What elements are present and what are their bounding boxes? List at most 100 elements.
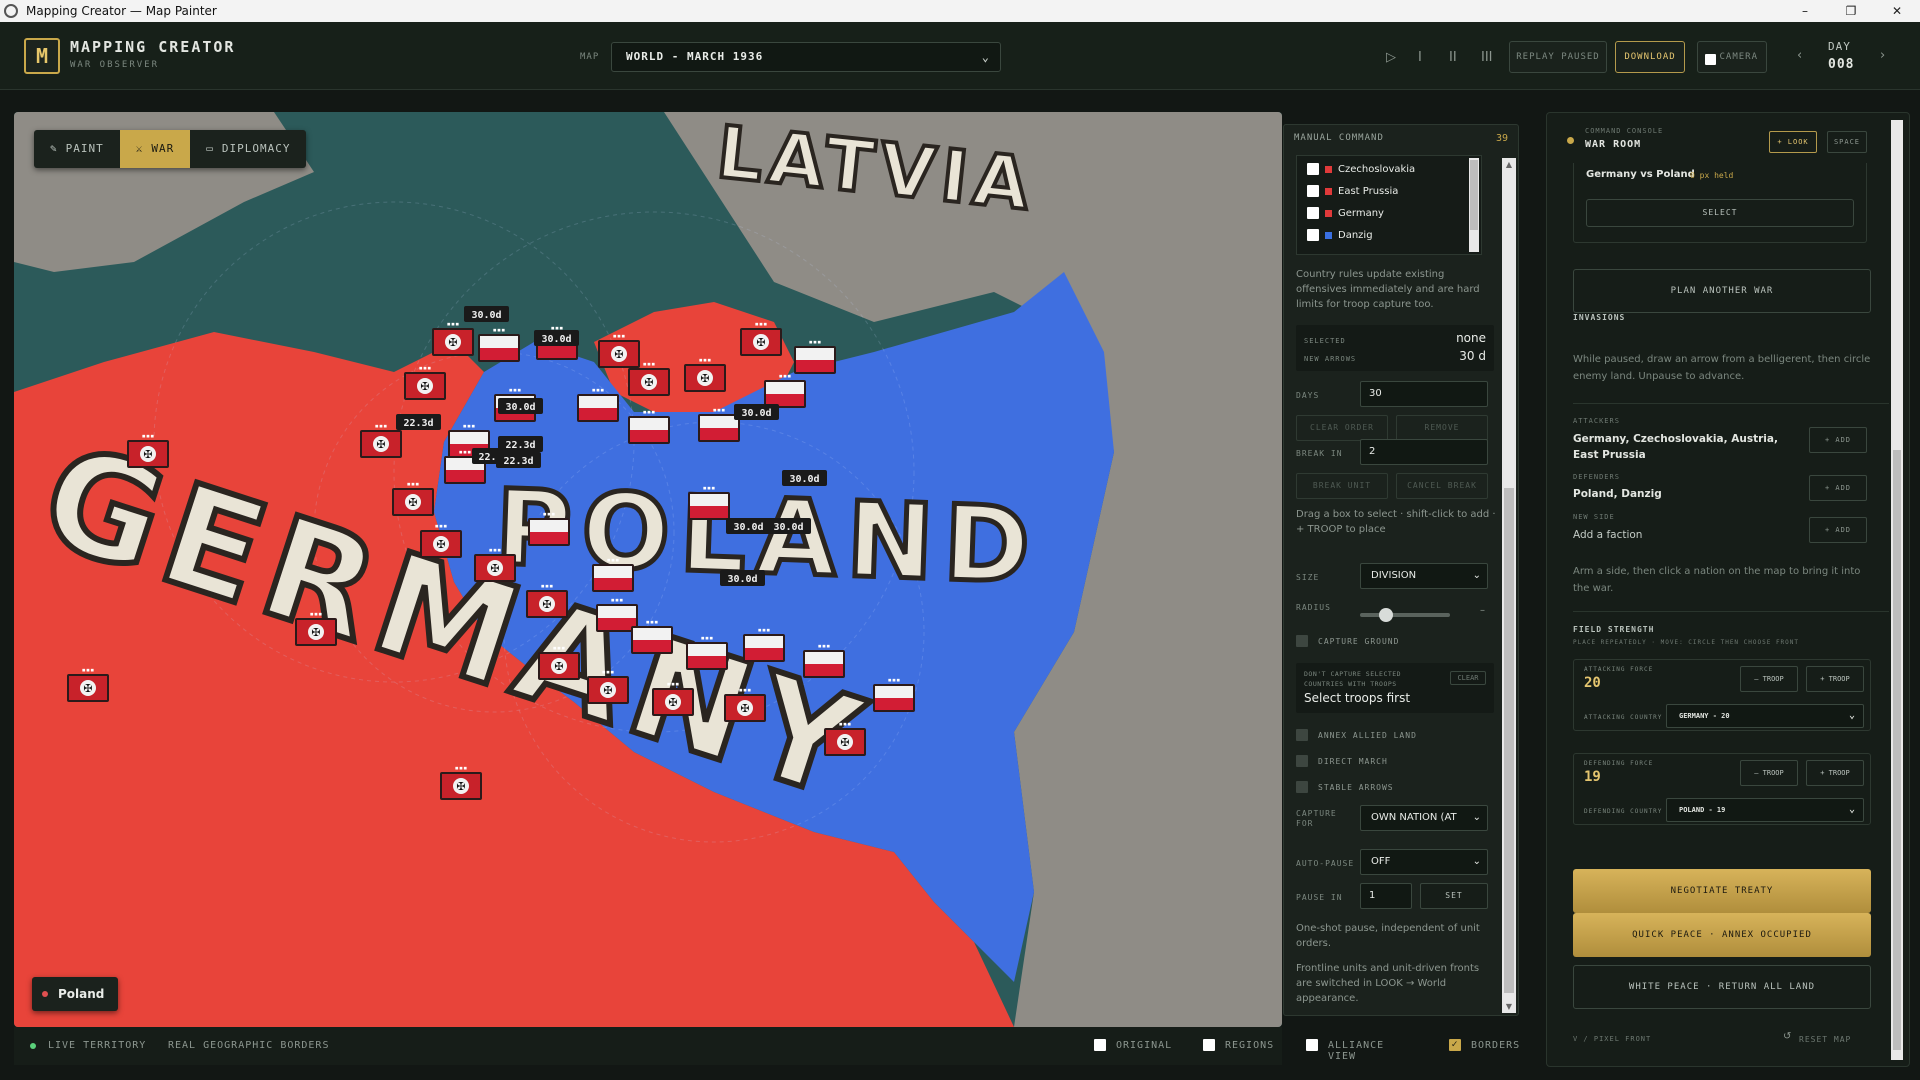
tab-diplomacy[interactable]: ▭ DIPLOMACY — [190, 130, 306, 168]
map-graphic[interactable]: LATVIA POLAND GERMANY ✠▪▪▪✠▪▪▪✠▪▪▪✠▪▪▪✠▪… — [14, 112, 1282, 1027]
list-item[interactable]: Czechoslovakia — [1297, 158, 1467, 180]
selected-country-chip[interactable]: Poland — [32, 977, 119, 1011]
plan-another-war-button[interactable]: PLAN ANOTHER WAR — [1573, 269, 1871, 313]
capture-ground-toggle[interactable]: CAPTURE GROUND — [1296, 635, 1399, 647]
reset-map-button[interactable]: RESET MAP — [1799, 1035, 1851, 1044]
tab-paint[interactable]: ✎ PAINT — [34, 130, 120, 168]
stop-icon[interactable]: III — [1481, 50, 1493, 65]
space-button[interactable]: SPACE — [1827, 131, 1867, 153]
svg-text:30.0d: 30.0d — [541, 334, 571, 345]
step-icon[interactable]: I — [1418, 50, 1422, 65]
radius-slider[interactable] — [1360, 608, 1450, 622]
new-side-value: Add a faction — [1573, 529, 1643, 541]
svg-text:▪▪▪: ▪▪▪ — [419, 364, 432, 372]
svg-text:▪▪▪: ▪▪▪ — [701, 634, 714, 642]
manual-panel-scrollbar[interactable]: ▲ ▼ — [1502, 158, 1516, 1013]
svg-text:✠: ✠ — [644, 376, 653, 389]
add-defender-button[interactable]: + ADD — [1809, 475, 1867, 501]
close-button[interactable]: ✕ — [1874, 0, 1920, 22]
country-name: East Prussia — [1338, 185, 1399, 197]
add-side-button[interactable]: + ADD — [1809, 517, 1867, 543]
manual-panel-scroll-thumb[interactable] — [1504, 488, 1514, 993]
download-button[interactable]: DOWNLOAD — [1615, 41, 1685, 73]
maximize-button[interactable]: ❐ — [1828, 0, 1874, 22]
country-checkbox[interactable] — [1307, 207, 1319, 219]
annex-allied-toggle[interactable]: ANNEX ALLIED LAND — [1296, 729, 1417, 741]
defending-country-value: POLAND - 19 — [1679, 806, 1726, 814]
set-button[interactable]: SET — [1420, 883, 1488, 909]
remove-button[interactable]: REMOVE — [1396, 415, 1488, 441]
negotiate-treaty-button[interactable]: NEGOTIATE TREATY — [1573, 869, 1871, 913]
stable-arrows-toggle[interactable]: STABLE ARROWS — [1296, 781, 1394, 793]
look-button[interactable]: + LOOK — [1769, 131, 1817, 153]
country-checkbox[interactable] — [1307, 163, 1319, 175]
select-button[interactable]: SELECT — [1586, 199, 1854, 227]
tab-war[interactable]: ⚔ WAR — [119, 130, 191, 168]
stable-arrows-label: STABLE ARROWS — [1318, 782, 1394, 792]
alliance-view-checkbox[interactable] — [1306, 1039, 1318, 1051]
borders-checkbox[interactable]: ✓ — [1449, 1039, 1461, 1051]
white-peace-button[interactable]: WHITE PEACE · RETURN ALL LAND — [1573, 965, 1871, 1009]
clear-order-button[interactable]: CLEAR ORDER — [1296, 415, 1388, 441]
country-checkbox[interactable] — [1307, 185, 1319, 197]
map-select[interactable]: WORLD - MARCH 1936 ⌄ — [611, 42, 1001, 72]
replay-paused-button[interactable]: REPLAY PAUSED — [1509, 41, 1607, 73]
scroll-up-icon[interactable]: ▲ — [1502, 160, 1516, 169]
minimize-button[interactable]: – — [1782, 0, 1828, 22]
capture-ground-checkbox[interactable] — [1296, 635, 1308, 647]
camera-checkbox[interactable] — [1705, 54, 1716, 65]
country-list[interactable]: Czechoslovakia East Prussia Germany Danz… — [1296, 155, 1482, 255]
attacking-country-select[interactable]: GERMANY - 20 ⌄ — [1666, 704, 1864, 728]
list-item[interactable]: Danzig — [1297, 224, 1467, 246]
svg-text:22.3d: 22.3d — [403, 418, 433, 429]
war-room-scrollbar[interactable] — [1891, 120, 1903, 1060]
list-item[interactable]: East Prussia — [1297, 180, 1467, 202]
direct-march-toggle[interactable]: DIRECT MARCH — [1296, 755, 1388, 767]
war-room-scroll-thumb[interactable] — [1893, 450, 1901, 1050]
cancel-break-button[interactable]: CANCEL BREAK — [1396, 473, 1488, 499]
matchup-title: Germany vs Poland — [1586, 169, 1695, 180]
annex-allied-checkbox[interactable] — [1296, 729, 1308, 741]
svg-text:▪▪▪: ▪▪▪ — [602, 668, 615, 676]
defender-minus-troop-button[interactable]: – TROOP — [1740, 760, 1798, 786]
original-checkbox[interactable] — [1094, 1039, 1106, 1051]
invasions-heading: INVASIONS — [1573, 313, 1626, 322]
capture-for-select[interactable]: OWN NATION (AT ⌄ — [1360, 805, 1488, 831]
country-name: Germany — [1338, 207, 1384, 219]
divider — [1573, 403, 1889, 404]
country-checkbox[interactable] — [1307, 229, 1319, 241]
country-name: Danzig — [1338, 229, 1373, 241]
attacker-plus-troop-button[interactable]: + TROOP — [1806, 666, 1864, 692]
add-attacker-button[interactable]: + ADD — [1809, 427, 1867, 453]
break-in-input[interactable]: 2 — [1360, 439, 1488, 465]
break-unit-button[interactable]: BREAK UNIT — [1296, 473, 1388, 499]
radius-slider-knob[interactable] — [1378, 608, 1393, 622]
quick-peace-button[interactable]: QUICK PEACE · ANNEX OCCUPIED — [1573, 913, 1871, 957]
regions-checkbox[interactable] — [1203, 1039, 1215, 1051]
chevron-left-icon[interactable]: ‹ — [1797, 48, 1802, 63]
list-scroll-thumb[interactable] — [1470, 160, 1478, 230]
auto-pause-select[interactable]: OFF ⌄ — [1360, 849, 1488, 875]
svg-text:▪▪▪: ▪▪▪ — [667, 680, 680, 688]
pause-icon[interactable]: II — [1449, 50, 1457, 65]
direct-march-checkbox[interactable] — [1296, 755, 1308, 767]
list-item[interactable]: Germany — [1297, 202, 1467, 224]
attacker-minus-troop-button[interactable]: – TROOP — [1740, 666, 1798, 692]
svg-text:30.0d: 30.0d — [505, 402, 535, 413]
svg-text:30.0d: 30.0d — [773, 522, 803, 533]
status-dot-icon — [42, 991, 48, 997]
clear-button[interactable]: CLEAR — [1450, 671, 1486, 685]
map-canvas[interactable]: LATVIA POLAND GERMANY ✠ ▪▪▪ ✠ ▪▪▪ ✠ ▪▪▪ ✠ ▪▪▪ ✠ ▪… — [14, 112, 1282, 1027]
radius-value: – — [1480, 605, 1485, 616]
pause-in-input[interactable]: 1 — [1360, 883, 1412, 909]
list-scrollbar[interactable] — [1469, 158, 1479, 252]
defending-country-select[interactable]: POLAND - 19 ⌄ — [1666, 798, 1864, 822]
scroll-down-icon[interactable]: ▼ — [1502, 1002, 1516, 1011]
defender-plus-troop-button[interactable]: + TROOP — [1806, 760, 1864, 786]
chevron-right-icon[interactable]: › — [1880, 48, 1885, 63]
size-select[interactable]: DIVISION ⌄ — [1360, 563, 1488, 589]
days-input[interactable]: 30 — [1360, 381, 1488, 407]
play-icon[interactable]: ▷ — [1386, 50, 1396, 65]
svg-text:22.3d: 22.3d — [505, 440, 535, 451]
stable-arrows-checkbox[interactable] — [1296, 781, 1308, 793]
